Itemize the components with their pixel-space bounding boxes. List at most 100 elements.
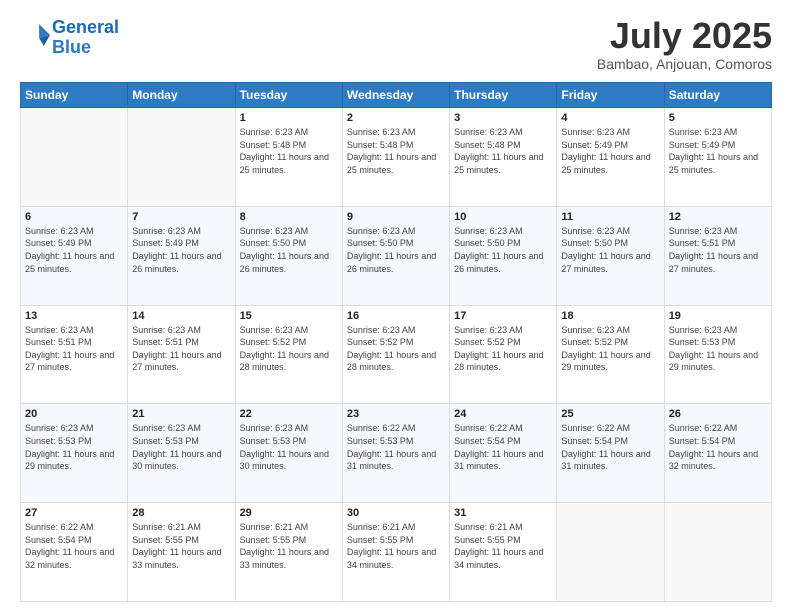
- col-header-saturday: Saturday: [664, 83, 771, 108]
- calendar-week-0: 1 Sunrise: 6:23 AM Sunset: 5:48 PM Daylig…: [21, 108, 772, 207]
- day-number: 7: [132, 211, 230, 223]
- day-number: 2: [347, 112, 445, 124]
- day-info: Sunrise: 6:23 AM Sunset: 5:49 PM Dayligh…: [25, 225, 123, 275]
- day-info: Sunrise: 6:23 AM Sunset: 5:51 PM Dayligh…: [25, 324, 123, 374]
- calendar-cell: [21, 108, 128, 207]
- calendar-cell: 30 Sunrise: 6:21 AM Sunset: 5:55 PM Dayli…: [342, 503, 449, 602]
- day-info: Sunrise: 6:21 AM Sunset: 5:55 PM Dayligh…: [347, 521, 445, 571]
- day-number: 14: [132, 310, 230, 322]
- location-title: Bambao, Anjouan, Comoros: [597, 56, 772, 72]
- calendar-cell: 3 Sunrise: 6:23 AM Sunset: 5:48 PM Daylig…: [450, 108, 557, 207]
- day-info: Sunrise: 6:23 AM Sunset: 5:53 PM Dayligh…: [132, 422, 230, 472]
- day-number: 21: [132, 408, 230, 420]
- calendar-cell: 29 Sunrise: 6:21 AM Sunset: 5:55 PM Dayli…: [235, 503, 342, 602]
- day-info: Sunrise: 6:23 AM Sunset: 5:50 PM Dayligh…: [347, 225, 445, 275]
- day-info: Sunrise: 6:22 AM Sunset: 5:54 PM Dayligh…: [25, 521, 123, 571]
- day-number: 15: [240, 310, 338, 322]
- calendar-cell: 11 Sunrise: 6:23 AM Sunset: 5:50 PM Dayli…: [557, 206, 664, 305]
- calendar-cell: 12 Sunrise: 6:23 AM Sunset: 5:51 PM Dayli…: [664, 206, 771, 305]
- calendar-cell: 16Sunrise: 6:23 AM Sunset: 5:52 PM Dayli…: [342, 305, 449, 404]
- calendar-week-1: 6 Sunrise: 6:23 AM Sunset: 5:49 PM Daylig…: [21, 206, 772, 305]
- day-info: Sunrise: 6:23 AM Sunset: 5:48 PM Dayligh…: [240, 126, 338, 176]
- calendar-cell: 20 Sunrise: 6:23 AM Sunset: 5:53 PM Dayli…: [21, 404, 128, 503]
- day-info: Sunrise: 6:23 AM Sunset: 5:50 PM Dayligh…: [454, 225, 552, 275]
- calendar-cell: 23 Sunrise: 6:22 AM Sunset: 5:53 PM Dayli…: [342, 404, 449, 503]
- col-header-monday: Monday: [128, 83, 235, 108]
- calendar-cell: 28 Sunrise: 6:21 AM Sunset: 5:55 PM Dayli…: [128, 503, 235, 602]
- calendar-cell: 6 Sunrise: 6:23 AM Sunset: 5:49 PM Daylig…: [21, 206, 128, 305]
- page: General Blue July 2025 Bambao, Anjouan, …: [0, 0, 792, 612]
- calendar-cell: 18 Sunrise: 6:23 AM Sunset: 5:52 PM Dayli…: [557, 305, 664, 404]
- day-number: 4: [561, 112, 659, 124]
- day-info: Sunrise: 6:23 AM Sunset: 5:51 PM Dayligh…: [132, 324, 230, 374]
- calendar-cell: [664, 503, 771, 602]
- day-info: Sunrise: 6:21 AM Sunset: 5:55 PM Dayligh…: [132, 521, 230, 571]
- calendar-cell: 2 Sunrise: 6:23 AM Sunset: 5:48 PM Daylig…: [342, 108, 449, 207]
- day-number: 23: [347, 408, 445, 420]
- day-info: Sunrise: 6:23 AM Sunset: 5:52 PM Dayligh…: [240, 324, 338, 374]
- day-info: Sunrise: 6:21 AM Sunset: 5:55 PM Dayligh…: [454, 521, 552, 571]
- calendar-cell: [128, 108, 235, 207]
- day-number: 8: [240, 211, 338, 223]
- day-info: Sunrise: 6:23 AM Sunset: 5:52 PM Dayligh…: [561, 324, 659, 374]
- calendar-week-4: 27Sunrise: 6:22 AM Sunset: 5:54 PM Dayli…: [21, 503, 772, 602]
- col-header-wednesday: Wednesday: [342, 83, 449, 108]
- calendar-week-2: 13Sunrise: 6:23 AM Sunset: 5:51 PM Dayli…: [21, 305, 772, 404]
- day-number: 3: [454, 112, 552, 124]
- day-number: 17: [454, 310, 552, 322]
- day-info: Sunrise: 6:22 AM Sunset: 5:54 PM Dayligh…: [669, 422, 767, 472]
- day-number: 20: [25, 408, 123, 420]
- calendar-cell: [557, 503, 664, 602]
- calendar-cell: 1 Sunrise: 6:23 AM Sunset: 5:48 PM Daylig…: [235, 108, 342, 207]
- calendar-header-row: SundayMondayTuesdayWednesdayThursdayFrid…: [21, 83, 772, 108]
- day-info: Sunrise: 6:23 AM Sunset: 5:48 PM Dayligh…: [454, 126, 552, 176]
- day-info: Sunrise: 6:22 AM Sunset: 5:53 PM Dayligh…: [347, 422, 445, 472]
- calendar-cell: 4 Sunrise: 6:23 AM Sunset: 5:49 PM Daylig…: [557, 108, 664, 207]
- day-info: Sunrise: 6:23 AM Sunset: 5:53 PM Dayligh…: [669, 324, 767, 374]
- calendar-cell: 25Sunrise: 6:22 AM Sunset: 5:54 PM Dayli…: [557, 404, 664, 503]
- day-info: Sunrise: 6:22 AM Sunset: 5:54 PM Dayligh…: [454, 422, 552, 472]
- calendar-cell: 7 Sunrise: 6:23 AM Sunset: 5:49 PM Daylig…: [128, 206, 235, 305]
- day-number: 25: [561, 408, 659, 420]
- logo-icon: [22, 21, 50, 49]
- col-header-friday: Friday: [557, 83, 664, 108]
- day-number: 18: [561, 310, 659, 322]
- day-number: 22: [240, 408, 338, 420]
- month-title: July 2025: [597, 18, 772, 54]
- col-header-tuesday: Tuesday: [235, 83, 342, 108]
- day-info: Sunrise: 6:23 AM Sunset: 5:50 PM Dayligh…: [240, 225, 338, 275]
- calendar-table: SundayMondayTuesdayWednesdayThursdayFrid…: [20, 82, 772, 602]
- logo-blue: Blue: [52, 37, 91, 57]
- day-info: Sunrise: 6:23 AM Sunset: 5:48 PM Dayligh…: [347, 126, 445, 176]
- day-number: 28: [132, 507, 230, 519]
- day-number: 11: [561, 211, 659, 223]
- day-number: 26: [669, 408, 767, 420]
- day-info: Sunrise: 6:21 AM Sunset: 5:55 PM Dayligh…: [240, 521, 338, 571]
- calendar-cell: 19Sunrise: 6:23 AM Sunset: 5:53 PM Dayli…: [664, 305, 771, 404]
- day-info: Sunrise: 6:23 AM Sunset: 5:49 PM Dayligh…: [561, 126, 659, 176]
- calendar-cell: 22 Sunrise: 6:23 AM Sunset: 5:53 PM Dayli…: [235, 404, 342, 503]
- day-number: 1: [240, 112, 338, 124]
- calendar-cell: 9Sunrise: 6:23 AM Sunset: 5:50 PM Daylig…: [342, 206, 449, 305]
- day-info: Sunrise: 6:23 AM Sunset: 5:53 PM Dayligh…: [25, 422, 123, 472]
- col-header-sunday: Sunday: [21, 83, 128, 108]
- day-info: Sunrise: 6:23 AM Sunset: 5:51 PM Dayligh…: [669, 225, 767, 275]
- logo: General Blue: [20, 18, 119, 58]
- day-number: 29: [240, 507, 338, 519]
- day-number: 30: [347, 507, 445, 519]
- logo-text: General Blue: [52, 18, 119, 58]
- day-info: Sunrise: 6:23 AM Sunset: 5:52 PM Dayligh…: [347, 324, 445, 374]
- day-info: Sunrise: 6:23 AM Sunset: 5:49 PM Dayligh…: [132, 225, 230, 275]
- calendar-cell: 8 Sunrise: 6:23 AM Sunset: 5:50 PM Daylig…: [235, 206, 342, 305]
- col-header-thursday: Thursday: [450, 83, 557, 108]
- day-info: Sunrise: 6:23 AM Sunset: 5:53 PM Dayligh…: [240, 422, 338, 472]
- calendar-cell: 10Sunrise: 6:23 AM Sunset: 5:50 PM Dayli…: [450, 206, 557, 305]
- calendar-cell: 26 Sunrise: 6:22 AM Sunset: 5:54 PM Dayli…: [664, 404, 771, 503]
- day-info: Sunrise: 6:23 AM Sunset: 5:50 PM Dayligh…: [561, 225, 659, 275]
- day-number: 5: [669, 112, 767, 124]
- day-number: 12: [669, 211, 767, 223]
- calendar-cell: 31Sunrise: 6:21 AM Sunset: 5:55 PM Dayli…: [450, 503, 557, 602]
- calendar-week-3: 20 Sunrise: 6:23 AM Sunset: 5:53 PM Dayli…: [21, 404, 772, 503]
- day-info: Sunrise: 6:23 AM Sunset: 5:52 PM Dayligh…: [454, 324, 552, 374]
- day-number: 6: [25, 211, 123, 223]
